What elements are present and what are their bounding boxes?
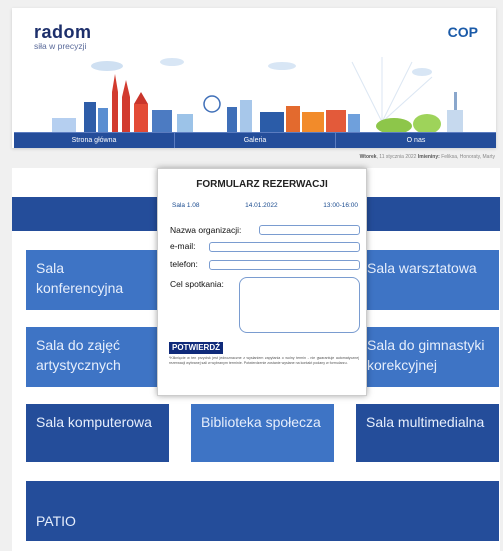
main-nav: Strona główna Galeria O nas [14,132,496,148]
reservation-details: Sala 1.08 14.01.2022 13:00-16:00 [172,202,358,209]
room-number: Sala 1.08 [172,202,200,209]
page: radom siła w precyzji COP Strona główna … [0,0,503,551]
radom-logo-word: radom [34,22,92,42]
reservation-time: 13:00-16:00 [323,202,358,209]
tile-label: Sala do zajęć artystycznych [36,337,121,373]
tile-label: Sala komputerowa [36,414,152,430]
reservation-modal: FORMULARZ REZERWACJI Sala 1.08 14.01.202… [157,168,367,396]
email-label: e-mail: [170,241,196,251]
confirm-button[interactable]: POTWIERDŹ [169,342,223,354]
org-label: Nazwa organizacji: [170,225,242,235]
radom-logo[interactable]: radom siła w precyzji [34,22,92,51]
tile-sala-artystyczna[interactable]: Sala do zajęć artystycznych [26,327,162,387]
tile-sala-warsztatowa[interactable]: Sala warsztatowa [357,250,499,310]
tile-sala-gimnastyki[interactable]: Sala do gimnastyki korekcyjnej [357,327,499,387]
tile-label: Sala warsztatowa [367,260,477,276]
cop-logo-word: COP [447,24,478,40]
reservation-date: 14.01.2022 [245,202,278,209]
purpose-label: Cel spotkania: [170,279,224,289]
disclaimer-note: *Kliknięcie w ten przycisk jest jednozna… [169,356,359,365]
tile-sala-konferencyjna[interactable]: Sala konferencyjna [26,250,162,310]
city-illustration [52,57,463,140]
tile-sala-multimedialna[interactable]: Sala multimedialna [356,404,499,462]
date-day: Wtorek [359,154,377,160]
tile-label: Sala konferencyjna [36,260,124,296]
tile-sala-komputerowa[interactable]: Sala komputerowa [26,404,169,462]
email-input[interactable] [209,242,360,252]
date-line: Wtorek, 11 stycznia 2022 Imieniny: Felik… [359,154,495,160]
nav-item-gallery[interactable]: Galeria [175,133,336,148]
tile-label: Biblioteka społecza [201,414,321,430]
org-name-input[interactable] [259,225,360,235]
cop-logo[interactable]: COP [448,24,478,40]
tile-patio[interactable]: PATIO [26,481,499,541]
nameday-names: Feliksa, Honoraty, Marty [441,154,495,160]
nav-item-about[interactable]: O nas [336,133,496,148]
nameday-label: Imieniny: [417,154,440,160]
phone-label: telefon: [170,259,198,269]
tile-label: PATIO [36,513,76,529]
purpose-textarea[interactable] [239,277,360,333]
tile-label: Sala multimedialna [366,414,485,430]
date-value: 11 stycznia 2022 [379,154,417,160]
modal-title: FORMULARZ REZERWACJI [196,179,328,190]
tile-biblioteka[interactable]: Biblioteka społecza [191,404,334,462]
radom-logo-tagline: siła w precyzji [34,41,87,51]
site-header: radom siła w precyzji COP [12,8,496,148]
phone-input[interactable] [209,260,360,270]
tile-label: Sala do gimnastyki korekcyjnej [367,337,485,373]
nav-item-home[interactable]: Strona główna [14,133,175,148]
